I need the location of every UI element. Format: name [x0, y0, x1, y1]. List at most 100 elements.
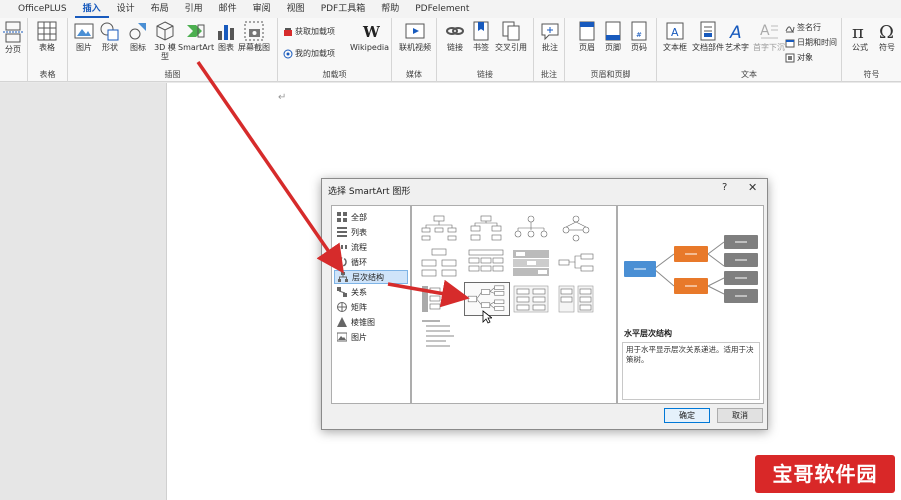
- group-comments: 批注 批注: [534, 18, 565, 82]
- cancel-button[interactable]: 取消: [717, 408, 763, 423]
- category-all[interactable]: 全部: [334, 210, 408, 224]
- link-button[interactable]: 链接: [445, 21, 465, 52]
- horizontal-hierarchy-preview: [624, 235, 758, 303]
- tab-layout[interactable]: 布局: [143, 0, 177, 18]
- bookmark-button[interactable]: 书签: [471, 21, 491, 52]
- drop-cap-button[interactable]: A 首字下沉: [753, 21, 785, 52]
- link-icon: [446, 27, 464, 35]
- layout-thumbnail[interactable]: [557, 284, 595, 314]
- group-links: 链接 书签 交叉引用 链接: [437, 18, 534, 82]
- tab-review[interactable]: 审阅: [245, 0, 279, 18]
- layout-thumbnail[interactable]: [420, 318, 458, 348]
- header-icon: [579, 21, 595, 41]
- smartart-icon: [187, 24, 205, 38]
- group-pages: 分页: [0, 18, 28, 82]
- layout-thumbnail[interactable]: [420, 214, 458, 244]
- matrix-icon: [337, 302, 347, 312]
- ok-button[interactable]: 确定: [664, 408, 710, 423]
- get-addins-button[interactable]: 获取加载项: [283, 26, 335, 37]
- category-matrix[interactable]: 矩阵: [334, 300, 408, 314]
- date-time-button[interactable]: 日期和时间: [785, 37, 837, 48]
- media-group-label: 媒体: [406, 70, 422, 79]
- layout-thumbnail[interactable]: [467, 248, 505, 278]
- tab-references[interactable]: 引用: [177, 0, 211, 18]
- screenshot-button[interactable]: 屏幕截图: [238, 21, 270, 52]
- pyramid-icon: [337, 317, 347, 327]
- 3d-models-button[interactable]: 3D 模型: [152, 21, 178, 61]
- table-button[interactable]: 表格: [37, 21, 57, 52]
- svg-text:A: A: [671, 26, 679, 39]
- tab-pdf-toolbox[interactable]: PDF工具箱: [313, 0, 374, 18]
- links-group-label: 链接: [477, 70, 493, 79]
- category-cycle[interactable]: 循环: [334, 255, 408, 269]
- svg-text:A: A: [729, 23, 742, 41]
- svg-text:W: W: [362, 23, 380, 41]
- page-number-icon: #: [631, 21, 647, 41]
- list-icon: [337, 227, 347, 237]
- layout-thumbnail[interactable]: [512, 214, 550, 244]
- category-picture[interactable]: 图片: [334, 330, 408, 344]
- group-table: 表格 表格: [28, 18, 68, 82]
- equation-button[interactable]: π 公式: [850, 21, 870, 52]
- picture-icon: [74, 23, 94, 39]
- chart-icon: [218, 25, 234, 40]
- category-list-type[interactable]: 列表: [334, 225, 408, 239]
- picture-button[interactable]: 图片: [74, 21, 94, 52]
- tab-officeplus[interactable]: OfficePLUS: [10, 0, 75, 18]
- cross-reference-button[interactable]: 交叉引用: [495, 21, 527, 52]
- process-icon: [337, 245, 347, 249]
- cube-icon: [156, 21, 174, 41]
- shapes-button[interactable]: 形状: [100, 21, 120, 52]
- symbol-button[interactable]: Ω 符号: [877, 21, 897, 52]
- page-number-button[interactable]: # 页码: [629, 21, 649, 52]
- layout-thumbnail[interactable]: [557, 214, 595, 244]
- close-button[interactable]: ✕: [748, 181, 757, 194]
- group-media: 联机视频 媒体: [392, 18, 437, 82]
- chart-button[interactable]: 图表: [216, 21, 236, 52]
- tab-pdfelement[interactable]: PDFelement: [407, 0, 477, 18]
- quick-parts-button[interactable]: 文档部件: [692, 21, 724, 52]
- category-hierarchy[interactable]: 层次结构: [334, 270, 408, 284]
- tab-help[interactable]: 帮助: [373, 0, 407, 18]
- table-icon: [37, 21, 57, 41]
- header-footer-group-label: 页眉和页脚: [590, 70, 631, 79]
- layout-thumbnail[interactable]: [512, 284, 550, 314]
- tab-insert[interactable]: 插入: [74, 0, 109, 18]
- layout-thumbnail[interactable]: [420, 284, 458, 314]
- smartart-button[interactable]: SmartArt: [178, 21, 214, 52]
- tab-design[interactable]: 设计: [109, 0, 143, 18]
- textbox-button[interactable]: A 文本框: [663, 21, 687, 52]
- tab-mailings[interactable]: 邮件: [211, 0, 245, 18]
- wordart-button[interactable]: A 艺术字: [725, 21, 749, 52]
- wikipedia-button[interactable]: W Wikipedia: [350, 21, 389, 52]
- smartart-dialog: 选择 SmartArt 图形 ? ✕ 全部 列表 流程 循环 层次结构 关系 矩…: [321, 178, 768, 430]
- signature-line-button[interactable]: 签名行: [785, 22, 821, 33]
- object-button[interactable]: 对象: [785, 52, 813, 63]
- group-addins: 获取加载项 我的加载项 W Wikipedia 加载项: [278, 18, 392, 82]
- online-video-button[interactable]: 联机视频: [399, 21, 431, 52]
- group-illustrations: 图片 形状 图标 3D 模型 SmartArt 图表 屏幕截图 插图: [68, 18, 278, 82]
- header-button[interactable]: 页眉: [577, 21, 597, 52]
- icons-button[interactable]: 图标: [128, 21, 148, 52]
- preview-title: 水平层次结构: [624, 329, 672, 338]
- category-relationship[interactable]: 关系: [334, 285, 408, 299]
- comment-button[interactable]: 批注: [540, 21, 560, 52]
- layout-thumbnail[interactable]: [467, 214, 505, 244]
- category-pyramid[interactable]: 棱锥图: [334, 315, 408, 329]
- category-process[interactable]: 流程: [334, 240, 408, 254]
- symbols-group-label: 符号: [863, 70, 880, 79]
- tab-view[interactable]: 视图: [279, 0, 313, 18]
- footer-button[interactable]: 页脚: [603, 21, 623, 52]
- layout-thumbnail[interactable]: [557, 248, 595, 278]
- store-icon: [284, 27, 292, 36]
- screenshot-icon: [244, 21, 264, 41]
- page-break-button[interactable]: 分页: [3, 21, 23, 54]
- category-list: 全部 列表 流程 循环 层次结构 关系 矩阵 棱锥图 图片: [331, 205, 411, 404]
- ribbon-tab-bar: OfficePLUS 插入 设计 布局 引用 邮件 审阅 视图 PDF工具箱 帮…: [0, 0, 901, 18]
- grid-icon: [337, 212, 347, 222]
- svg-text:A: A: [760, 23, 770, 39]
- my-addins-button[interactable]: 我的加载项: [283, 48, 335, 59]
- help-button[interactable]: ?: [722, 182, 727, 193]
- layout-thumbnail[interactable]: [512, 248, 550, 278]
- layout-thumbnail[interactable]: [420, 248, 458, 278]
